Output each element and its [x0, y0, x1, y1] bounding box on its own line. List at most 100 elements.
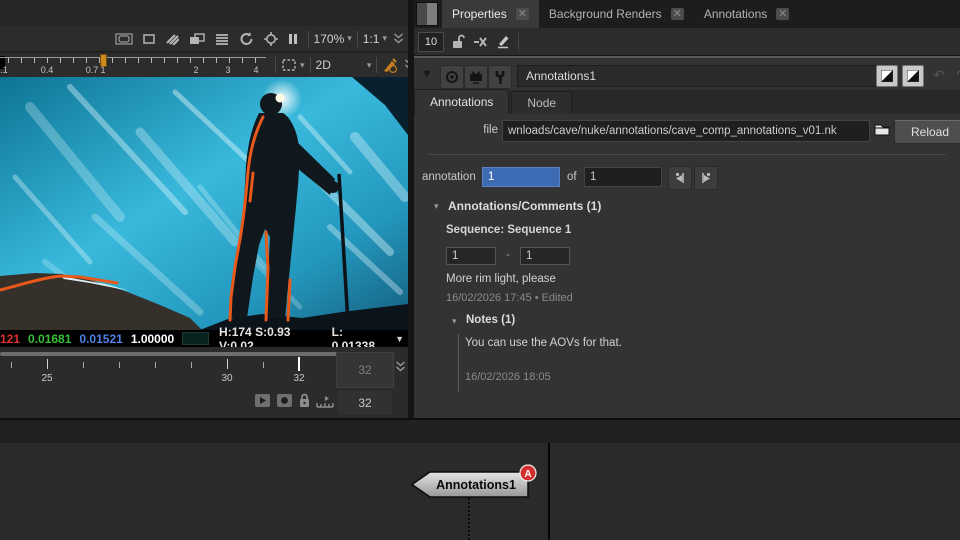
color-swatch-button[interactable] — [902, 65, 924, 87]
clear-panels-icon[interactable] — [473, 36, 488, 48]
roi-icon[interactable] — [264, 32, 278, 46]
node-properties-panel: ▼ Annotations1 ↶ ↷ Annotations Node file… — [414, 56, 960, 418]
annotations-node[interactable]: Annotations1 A — [406, 463, 542, 503]
record-icon[interactable] — [276, 393, 293, 408]
folder-icon[interactable] — [874, 122, 890, 137]
comment-meta: 16/02/2026 17:45 • Edited — [446, 292, 573, 304]
properties-toolbar: 10 — [414, 28, 960, 56]
aspect-dropdown[interactable]: 1:1 — [363, 32, 380, 46]
current-frame-display: 32 — [336, 352, 394, 388]
range-end-input[interactable]: 1 — [520, 247, 570, 265]
viewer-toolbar: 170% ▾ 1:1 ▾ — [0, 26, 408, 52]
undo-icon[interactable]: ↶ — [928, 65, 950, 85]
timeline-tick-label: 25 — [41, 373, 52, 384]
layer-stack-icon[interactable] — [215, 33, 229, 45]
note-text: You can use the AOVs for that. — [465, 337, 622, 349]
frame-field[interactable]: 32 — [338, 391, 392, 415]
checkerboard-icon[interactable] — [165, 33, 179, 45]
tab-properties[interactable]: Properties ✕ — [442, 0, 539, 28]
slider-ticks — [8, 58, 264, 63]
alpha-value: 1.00000 — [131, 332, 174, 346]
roi-select-icon[interactable] — [281, 58, 297, 72]
info-dropdown-icon[interactable]: ▼ — [395, 334, 404, 344]
close-icon[interactable]: ✕ — [776, 8, 789, 20]
pane-tab-bar: Properties ✕ Background Renders ✕ Annota… — [414, 0, 960, 28]
annotation-label: annotation — [422, 171, 476, 183]
play-icon[interactable] — [254, 393, 271, 408]
timeline-major-tick — [227, 359, 228, 369]
chevron-down-icon[interactable]: ▾ — [367, 60, 372, 71]
annotation-total-input[interactable]: 1 — [584, 167, 662, 187]
node-color-icon[interactable] — [440, 65, 464, 89]
green-value: 0.01681 — [28, 332, 71, 346]
gain-tick-label: 2 — [193, 65, 198, 75]
toolbar-divider — [275, 57, 276, 73]
range-start-input[interactable]: 1 — [446, 247, 496, 265]
node-graph-header-band — [0, 420, 960, 443]
disclosure-triangle-icon[interactable]: ▾ — [434, 201, 439, 212]
annotation-current-input[interactable]: 1 — [482, 167, 560, 187]
comments-section-header[interactable]: Annotations/Comments (1) — [448, 199, 601, 213]
range-separator: - — [506, 249, 510, 261]
tab-node-node[interactable]: Node — [511, 91, 572, 114]
lock-icon[interactable] — [298, 393, 311, 408]
blue-value: 0.01521 — [79, 332, 122, 346]
wrench-icon[interactable] — [488, 65, 512, 89]
collapse-panel-icon[interactable]: ▼ — [422, 69, 432, 80]
reload-button[interactable]: Reload — [894, 120, 960, 144]
node-graph[interactable]: Annotations1 A — [0, 443, 960, 540]
color-swatch-button[interactable] — [876, 65, 898, 87]
input-process-icon[interactable] — [189, 33, 205, 45]
timeline[interactable]: 25 30 32 32 32 — [0, 347, 408, 418]
collapse-toolbar-icon[interactable] — [393, 33, 404, 45]
view-mode-dropdown[interactable]: 2D — [316, 58, 331, 72]
playhead[interactable] — [298, 357, 300, 371]
gain-tick-label: 4 — [253, 65, 258, 75]
error-badge: A — [520, 465, 536, 481]
tab-node-annotations[interactable]: Annotations — [414, 89, 509, 114]
notes-section-header[interactable]: Notes (1) — [466, 314, 515, 326]
frame-range-icon[interactable] — [316, 394, 334, 408]
unlock-panels-icon[interactable] — [452, 34, 465, 49]
disclosure-triangle-icon[interactable]: ▾ — [452, 316, 457, 327]
gain-tick-label: 1 — [100, 65, 105, 75]
color-swatch — [182, 332, 209, 345]
note-meta: 16/02/2026 18:05 — [465, 371, 551, 383]
refresh-icon[interactable] — [239, 32, 254, 46]
close-icon[interactable]: ✕ — [671, 8, 684, 20]
gate-display-icon[interactable] — [115, 33, 133, 45]
svg-text:A: A — [524, 469, 531, 480]
sequence-header: Sequence: Sequence 1 — [446, 224, 571, 236]
timeline-major-tick — [47, 359, 48, 369]
viewer-image[interactable] — [0, 77, 408, 330]
redo-icon[interactable]: ↷ — [951, 65, 960, 85]
pane-menu-icon[interactable] — [416, 2, 438, 26]
close-icon[interactable]: ✕ — [516, 8, 529, 20]
chevron-down-icon[interactable]: ▾ — [300, 60, 305, 71]
nuke-window: 170% ▾ 1:1 ▾ .1 0.4 0.7 1 2 3 4 — [0, 0, 960, 540]
overlay-warning-icon[interactable] — [382, 58, 398, 73]
collapse-timeline-icon[interactable] — [395, 361, 406, 373]
tab-background-renders[interactable]: Background Renders ✕ — [539, 0, 694, 28]
prev-annotation-icon[interactable] — [668, 166, 692, 190]
red-value: 121 — [0, 332, 20, 346]
monitor-icon[interactable] — [464, 65, 488, 89]
zoom-level-dropdown[interactable]: 170% — [314, 32, 345, 46]
toolbar-divider — [357, 31, 358, 47]
pencil-icon[interactable] — [496, 34, 510, 49]
chevron-down-icon[interactable]: ▾ — [382, 33, 387, 44]
node-name-input[interactable]: Annotations1 — [517, 65, 879, 87]
next-annotation-icon[interactable] — [694, 166, 718, 190]
gain-slider[interactable]: .1 0.4 0.7 1 2 3 4 — [0, 56, 266, 76]
timeline-tick-label: 30 — [221, 373, 232, 384]
file-input[interactable]: wnloads/cave/nuke/annotations/cave_comp_… — [502, 120, 870, 142]
node-connection-line — [548, 443, 550, 540]
gain-tick-label: 0.7 — [86, 65, 99, 75]
chevron-down-icon[interactable]: ▾ — [347, 33, 352, 44]
format-overlay-icon[interactable] — [143, 34, 155, 44]
panel-count-field[interactable]: 10 — [418, 32, 444, 52]
pause-icon[interactable] — [288, 33, 298, 45]
timeline-scrollbar[interactable] — [0, 352, 337, 356]
tab-annotations[interactable]: Annotations ✕ — [694, 0, 800, 28]
file-label: file — [454, 124, 498, 136]
